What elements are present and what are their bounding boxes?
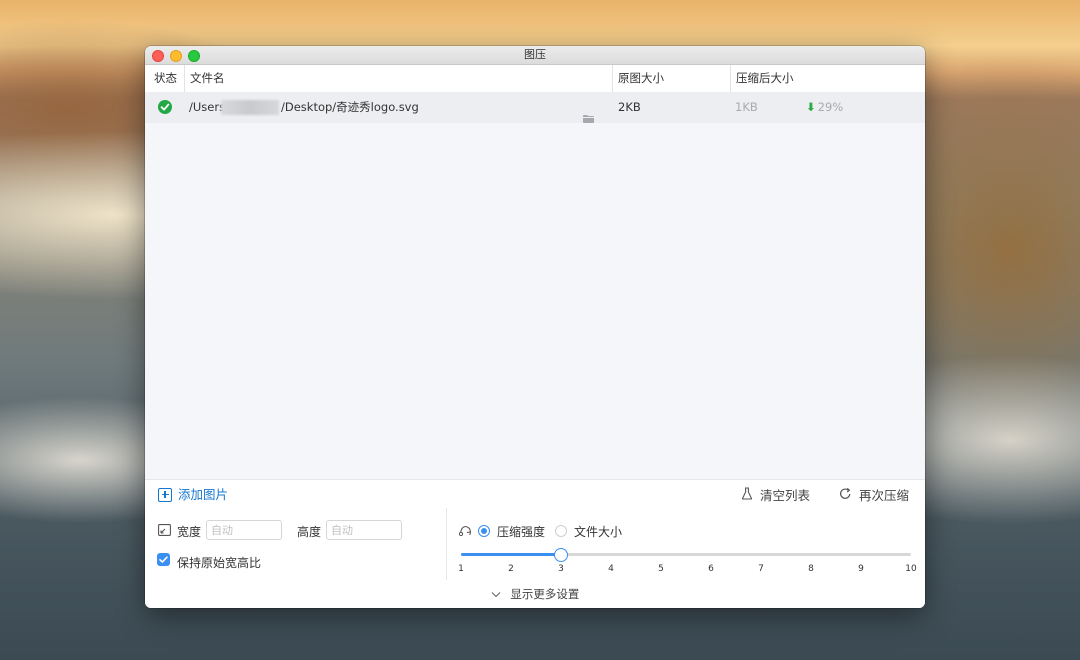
height-label: 高度 <box>297 525 322 539</box>
recompress-label: 再次压缩 <box>859 488 910 503</box>
window-controls <box>152 50 200 62</box>
file-path-suffix: /Desktop/奇迹秀logo.svg <box>281 100 419 114</box>
show-more-settings-label: 显示更多设置 <box>510 587 580 601</box>
slider-tick-label: 4 <box>608 564 614 574</box>
success-check-icon <box>158 100 172 114</box>
slider-fill <box>461 553 561 556</box>
slider-ticks: 1 2 3 4 5 6 7 8 9 10 <box>458 564 917 576</box>
saved-percent-value: 29% <box>817 100 844 114</box>
compression-slider[interactable] <box>461 548 911 562</box>
column-header-original-size[interactable]: 原图大小 <box>612 65 664 92</box>
title-bar[interactable]: 图压 <box>145 46 925 65</box>
original-size: 2KB <box>618 100 641 114</box>
window-title: 图压 <box>524 48 546 61</box>
slider-tick-label: 8 <box>808 564 814 574</box>
mode-label-strength[interactable]: 压缩强度 <box>497 523 545 540</box>
file-list-empty-area[interactable] <box>145 123 925 479</box>
zoom-window-button[interactable] <box>188 50 200 62</box>
table-row[interactable]: /Users/ /Desktop/奇迹秀logo.svg 2KB 1KB ⬇ 29… <box>145 92 925 123</box>
slider-tick-label: 3 <box>558 564 564 574</box>
recompress-button[interactable]: 再次压缩 <box>839 480 909 509</box>
close-window-button[interactable] <box>152 50 164 62</box>
redacted-username <box>221 100 279 115</box>
slider-tick-label: 5 <box>658 564 664 574</box>
panel-divider <box>446 508 447 580</box>
keep-ratio-checkbox[interactable] <box>157 553 170 566</box>
minimize-window-button[interactable] <box>170 50 182 62</box>
chevron-down-icon <box>491 587 511 601</box>
width-input[interactable] <box>206 520 282 540</box>
mode-radio-strength[interactable] <box>478 525 490 537</box>
slider-tick-label: 2 <box>508 564 514 574</box>
add-image-label: 添加图片 <box>178 487 229 502</box>
mode-label-filesize[interactable]: 文件大小 <box>574 523 622 540</box>
slider-thumb[interactable] <box>554 548 568 562</box>
resize-icon <box>158 524 171 539</box>
height-input[interactable] <box>326 520 402 540</box>
settings-panel: 宽度 高度 保持原始宽高比 压缩强度 文件大小 1 2 3 4 5 6 7 8 9 10 <box>145 508 925 581</box>
arrow-down-icon: ⬇ <box>806 100 816 114</box>
folder-icon[interactable] <box>583 104 594 123</box>
keep-ratio-label[interactable]: 保持原始宽高比 <box>177 554 261 571</box>
add-icon <box>158 487 172 502</box>
table-header: 状态 文件名 原图大小 压缩后大小 <box>145 65 925 93</box>
refresh-icon <box>839 487 852 503</box>
compressed-size: 1KB <box>735 100 758 114</box>
slider-tick-label: 6 <box>708 564 714 574</box>
width-label: 宽度 <box>177 525 202 539</box>
saved-percent: ⬇ 29% <box>806 92 843 123</box>
slider-tick-label: 9 <box>858 564 864 574</box>
clear-list-label: 清空列表 <box>760 488 811 503</box>
column-header-status[interactable]: 状态 <box>148 65 177 92</box>
column-header-filename[interactable]: 文件名 <box>184 65 225 92</box>
add-image-button[interactable]: 添加图片 <box>158 480 228 509</box>
action-bar: 添加图片 清空列表 再次压缩 <box>145 479 925 510</box>
column-header-compressed-size[interactable]: 压缩后大小 <box>730 65 794 92</box>
mode-radio-filesize[interactable] <box>555 525 567 537</box>
flask-icon <box>741 486 753 503</box>
slider-tick-label: 1 <box>458 564 464 574</box>
check-icon <box>159 556 168 563</box>
compression-mode-icon <box>458 525 472 539</box>
clear-list-button[interactable]: 清空列表 <box>741 480 810 509</box>
show-more-settings-button[interactable]: 显示更多设置 <box>145 580 925 608</box>
app-window: 图压 状态 文件名 原图大小 压缩后大小 /Users/ /Desktop/奇迹… <box>145 46 925 608</box>
slider-tick-label: 7 <box>758 564 764 574</box>
slider-tick-label: 10 <box>905 564 917 574</box>
